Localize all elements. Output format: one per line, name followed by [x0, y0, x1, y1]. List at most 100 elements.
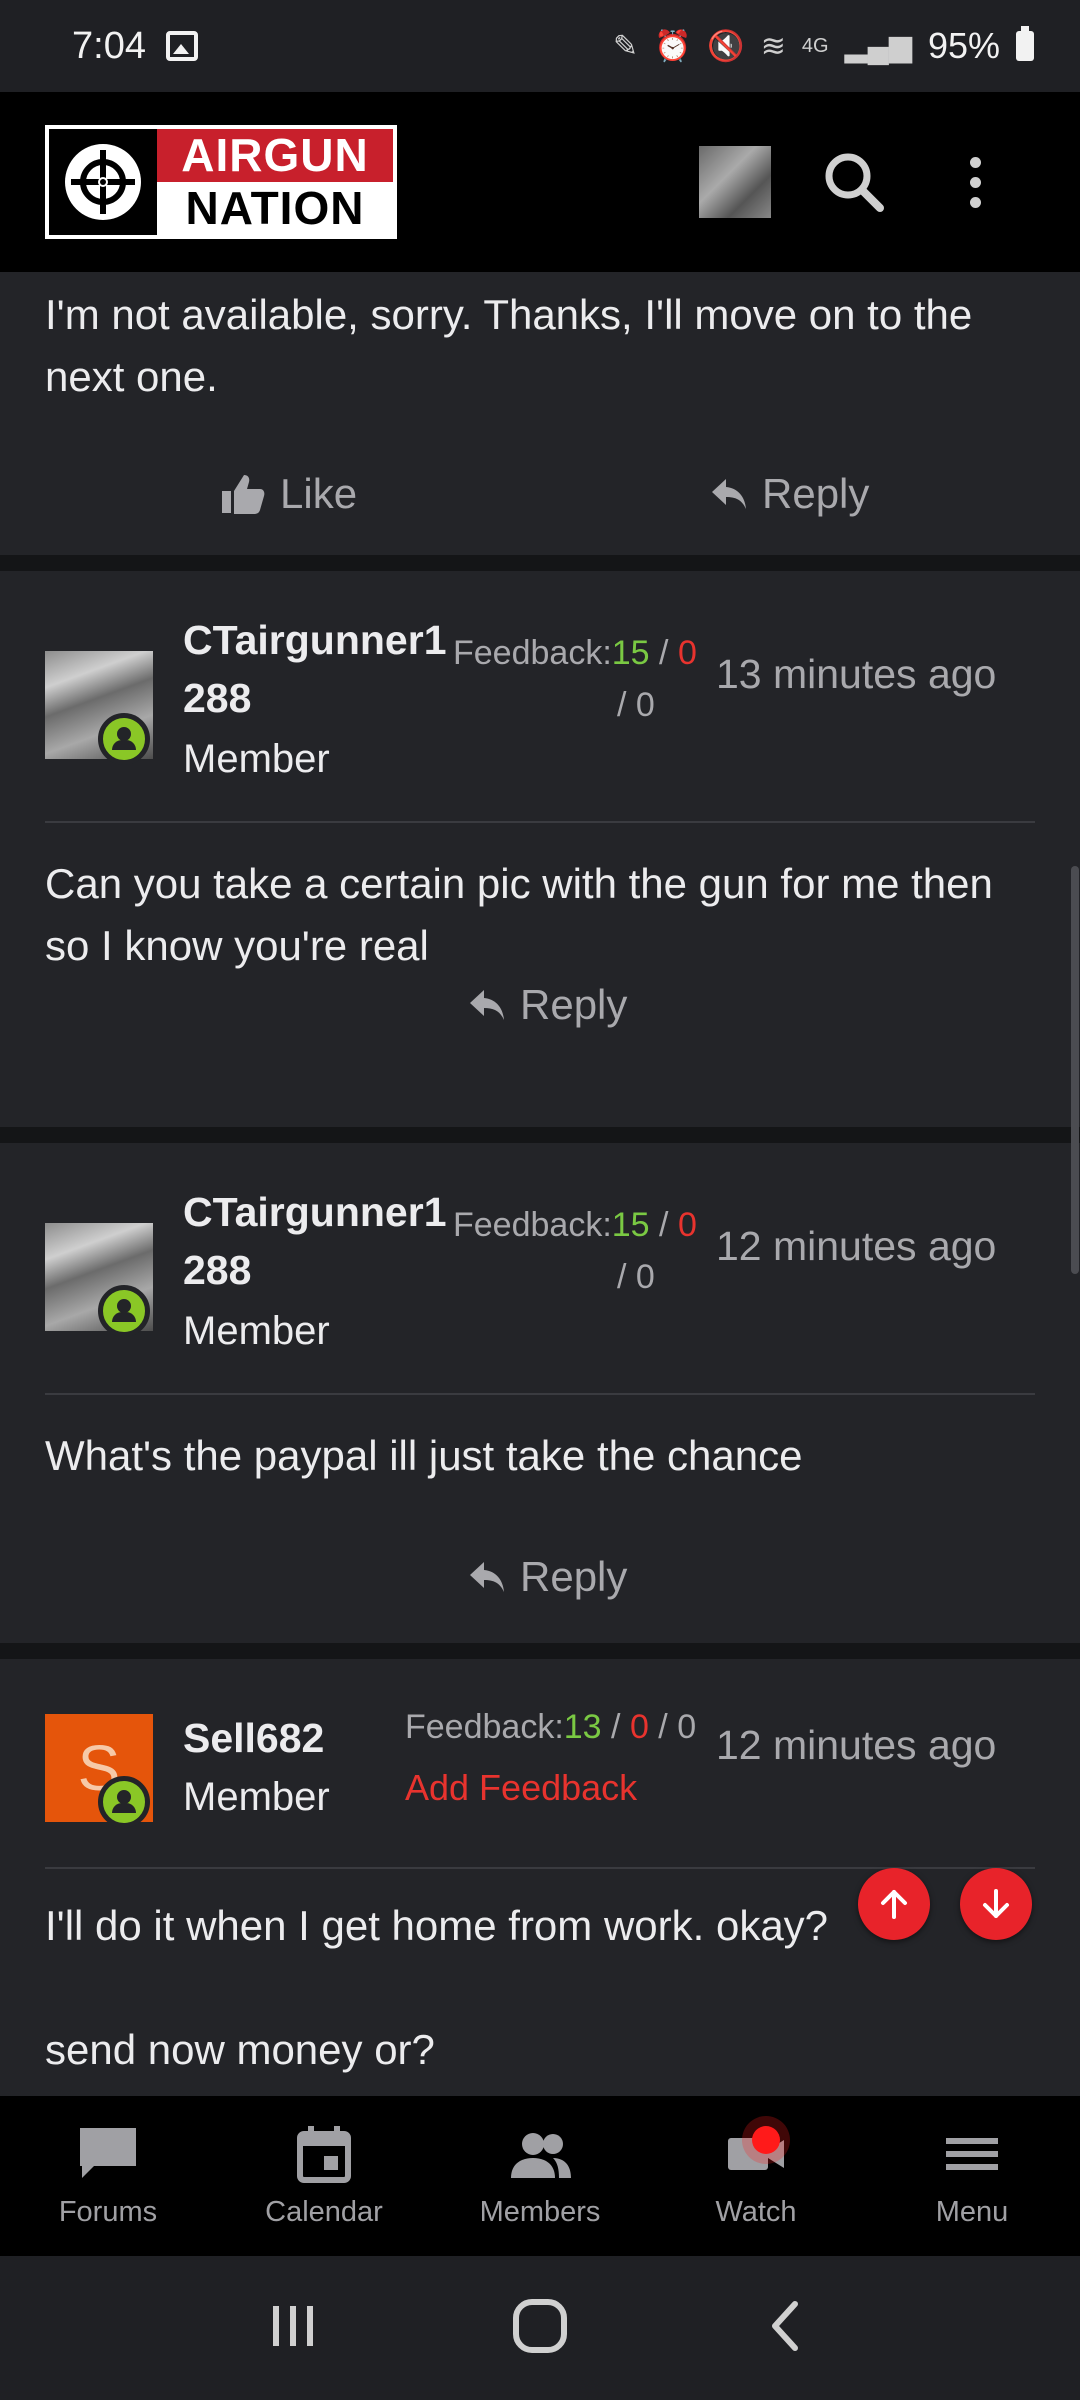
post-body-line: send now money or? — [45, 2026, 435, 2073]
calendar-icon — [294, 2124, 354, 2184]
thumbs-up-icon — [222, 475, 265, 514]
live-indicator-icon — [752, 2126, 780, 2154]
tab-menu[interactable]: Menu — [864, 2096, 1080, 2256]
feedback-label: Feedback: — [453, 1206, 612, 1244]
feedback-neutral: 0 — [635, 686, 655, 724]
tab-label: Forums — [58, 2195, 158, 2228]
tab-label: Menu — [935, 2195, 1009, 2228]
arrow-down-icon — [983, 1889, 1009, 1918]
recent-apps-icon — [272, 2305, 313, 2346]
reply-icon — [712, 479, 746, 509]
network-type: 4G — [801, 34, 829, 57]
post-body: Can you take a certain pic with the gun … — [45, 860, 993, 969]
arrow-up-icon — [881, 1890, 907, 1919]
reply-button[interactable]: Reply — [468, 981, 627, 1029]
online-status-icon — [98, 1776, 150, 1828]
user-role: Member — [183, 1775, 330, 1819]
members-icon — [507, 2124, 573, 2184]
reply-label: Reply — [762, 470, 870, 517]
feedback-negative: 0 — [629, 1708, 649, 1746]
home-button[interactable] — [508, 2294, 572, 2363]
username[interactable]: CTairgunner1 288 — [183, 1183, 447, 1299]
feedback-label: Feedback: — [453, 634, 612, 672]
status-time: 7:04 — [72, 24, 146, 67]
mute-icon: 🔇 — [707, 29, 745, 63]
dot — [969, 176, 981, 188]
back-button[interactable] — [757, 2296, 817, 2361]
like-label: Like — [280, 470, 358, 517]
feedback-neutral: 0 — [635, 1258, 655, 1296]
reply-icon — [470, 1562, 504, 1592]
site-logo[interactable]: AIRGUN NATION — [45, 125, 397, 239]
app-header: AIRGUN NATION — [0, 92, 1080, 272]
dot — [969, 196, 981, 208]
crosshair-logo-icon — [49, 129, 157, 235]
post-time[interactable]: 12 minutes ago — [716, 1223, 996, 1270]
system-navigation-bar — [0, 2256, 1080, 2400]
search-icon — [825, 153, 884, 212]
feedback-positive: 13 — [563, 1708, 602, 1746]
username-line: 288 — [183, 1247, 252, 1293]
add-feedback-link[interactable]: Add Feedback — [405, 1767, 637, 1809]
feedback-label: Feedback: — [405, 1708, 564, 1746]
scroll-down-button[interactable] — [960, 1868, 1032, 1940]
reply-label: Reply — [520, 981, 628, 1028]
battery-icon — [1016, 26, 1034, 61]
menu-icon — [942, 2124, 1002, 2184]
feedback-stats[interactable]: Feedback:15 / 0 / 0 — [453, 627, 713, 731]
post-body: I'll do it when I get home from work. ok… — [0, 1895, 873, 2081]
scroll-up-button[interactable] — [858, 1868, 930, 1940]
divider — [45, 821, 1035, 823]
tab-label: Watch — [715, 2195, 797, 2228]
online-status-icon — [98, 713, 150, 765]
status-bar: 7:04 ✎ ⏰ 🔇 ≋ 4G ▂▄▆ 95% — [0, 0, 1080, 92]
post-time[interactable]: 12 minutes ago — [716, 1722, 996, 1769]
reply-button[interactable]: Reply — [710, 470, 869, 518]
feedback-positive: 15 — [611, 1206, 650, 1244]
like-button[interactable]: Like — [220, 470, 357, 518]
wifi-icon: ≋ — [760, 29, 786, 63]
divider — [45, 1393, 1035, 1395]
reply-label: Reply — [520, 1553, 628, 1600]
tab-label: Calendar — [265, 2195, 383, 2228]
post: I'm not available, sorry. Thanks, I'll m… — [0, 272, 1080, 555]
post-body-line: I'll do it when I get home from work. ok… — [45, 1902, 829, 1949]
post-time[interactable]: 13 minutes ago — [716, 651, 996, 698]
tab-calendar[interactable]: Calendar — [216, 2096, 432, 2256]
scrollbar[interactable] — [1071, 866, 1079, 1274]
post-body: I'm not available, sorry. Thanks, I'll m… — [45, 291, 973, 400]
feedback-stats[interactable]: Feedback:13 / 0 / 0 — [405, 1701, 696, 1753]
reply-button[interactable]: Reply — [468, 1553, 627, 1601]
gallery-notification-icon — [165, 31, 198, 61]
alarm-icon: ⏰ — [653, 29, 692, 63]
username[interactable]: CTairgunner1 288 — [183, 611, 447, 727]
tab-watch[interactable]: Watch — [648, 2096, 864, 2256]
back-icon — [772, 2300, 799, 2351]
feedback-negative: 0 — [677, 1206, 697, 1244]
feedback-positive: 15 — [611, 634, 650, 672]
logo-text-nation: NATION — [157, 182, 393, 235]
post: CTairgunner1 288 Member Feedback:15 / 0 … — [0, 1143, 1080, 1643]
tab-label: Members — [479, 2195, 601, 2228]
username-line: CTairgunner1 — [183, 617, 447, 663]
username[interactable]: Sell682 — [183, 1709, 324, 1767]
search-button[interactable] — [820, 142, 890, 222]
forums-icon — [76, 2124, 140, 2184]
status-icons: ✎ ⏰ 🔇 ≋ 4G ▂▄▆ 95% — [613, 25, 1034, 67]
battery-percent: 95% — [927, 25, 1000, 66]
tab-members[interactable]: Members — [432, 2096, 648, 2256]
username-line: 288 — [183, 675, 252, 721]
feedback-stats[interactable]: Feedback:15 / 0 / 0 — [453, 1199, 713, 1303]
user-avatar[interactable] — [699, 146, 771, 218]
recent-apps-button[interactable] — [263, 2296, 323, 2361]
bottom-navigation: Forums Calendar Members Watch Menu — [0, 2096, 1080, 2256]
more-options-button[interactable] — [955, 142, 995, 222]
post-body: What's the paypal ill just take the chan… — [45, 1432, 803, 1479]
signal-icon: ▂▄▆ — [844, 29, 912, 63]
tab-forums[interactable]: Forums — [0, 2096, 216, 2256]
post: CTairgunner1 288 Member Feedback:15 / 0 … — [0, 571, 1080, 1127]
feedback-neutral: 0 — [677, 1708, 697, 1746]
username-line: CTairgunner1 — [183, 1189, 447, 1235]
thread-content[interactable]: I'm not available, sorry. Thanks, I'll m… — [0, 272, 1080, 2096]
feedback-negative: 0 — [677, 634, 697, 672]
